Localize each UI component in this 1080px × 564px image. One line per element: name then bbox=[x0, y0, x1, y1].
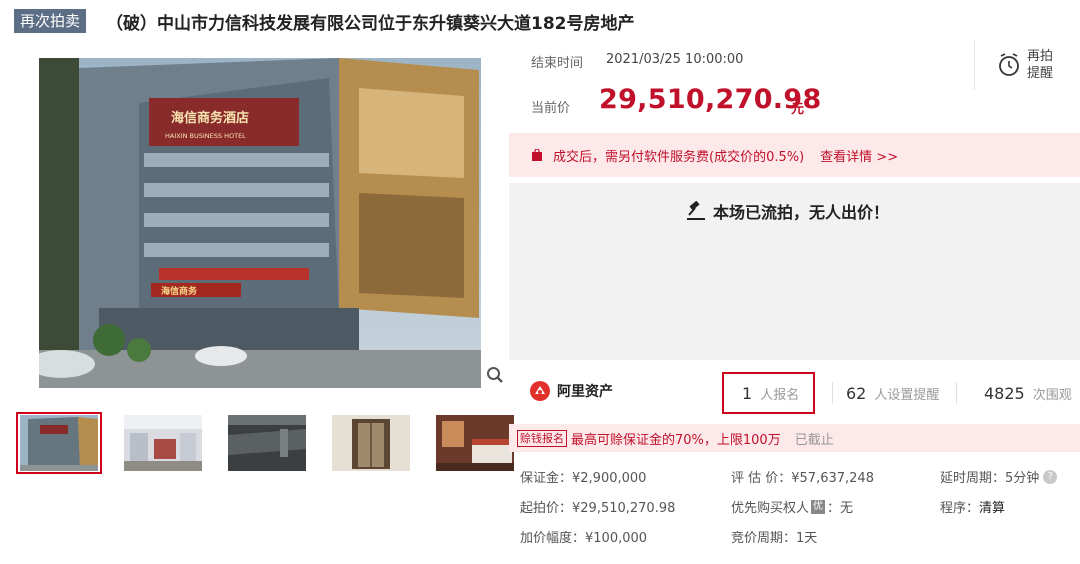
thumbnail-elevator-image bbox=[332, 415, 410, 471]
bid-increment: 加价幅度：¥100,000 bbox=[520, 531, 648, 546]
thumbnail-room-image bbox=[436, 415, 514, 471]
delay-period: 延时周期：5分钟 ? bbox=[940, 467, 1058, 486]
deposit: 保证金：¥2,900,000 bbox=[520, 471, 647, 486]
end-time-label: 结束时间 bbox=[531, 56, 584, 71]
hotel-building-image: 海信商务酒店 HAIXIN BUSINESS HOTEL 海信商务 bbox=[39, 58, 481, 388]
current-price-label: 当前价 bbox=[531, 101, 571, 116]
priority-buyer: 优先购买权人 优 ：无 bbox=[731, 497, 853, 516]
procedure-label: 程序： bbox=[940, 501, 980, 516]
remind-stat: 62 人设置提醒 bbox=[846, 384, 939, 403]
view-unit: 次围观 bbox=[1032, 388, 1072, 403]
alarm-clock-icon bbox=[999, 53, 1019, 76]
thumbnail-4[interactable] bbox=[328, 412, 414, 474]
divider bbox=[974, 40, 975, 90]
signup-stat: 1 人报名 bbox=[742, 384, 799, 403]
start-price: 起拍价：¥29,510,270.98 bbox=[520, 501, 676, 516]
main-photo[interactable]: 海信商务酒店 HAIXIN BUSINESS HOTEL 海信商务 bbox=[39, 58, 481, 388]
credit-signup-text: 最高可赊保证金的70%，上限100万 bbox=[571, 432, 781, 448]
credit-signup-promo: 赊钱报名 最高可赊保证金的70%，上限100万 已截止 bbox=[509, 424, 1080, 452]
appraisal-price: 评 估 价：¥57,637,248 bbox=[731, 471, 874, 486]
delay-period-text: 延时周期：5分钟 bbox=[940, 471, 1040, 486]
view-details-link[interactable]: 查看详情 >> bbox=[820, 146, 898, 165]
hotel-sign-subtext: HAIXIN BUSINESS HOTEL bbox=[165, 132, 246, 140]
current-price-value: 29,510,270.98 bbox=[599, 84, 822, 115]
end-time-value: 2021/03/25 10:00:00 bbox=[606, 52, 744, 67]
platform-logo[interactable]: 阿里资产 bbox=[529, 380, 613, 402]
platform-name: 阿里资产 bbox=[557, 384, 613, 400]
auction-info-panel: 结束时间 2021/03/25 10:00:00 当前价 29,510,270.… bbox=[509, 40, 1080, 546]
view-count: 4825 bbox=[984, 384, 1025, 403]
divider bbox=[832, 382, 833, 404]
remind-count: 62 bbox=[846, 384, 867, 403]
current-price-unit: 元 bbox=[791, 102, 805, 117]
ali-assets-logo-icon bbox=[530, 381, 550, 401]
reauction-remind-label: 再拍提醒 bbox=[1027, 49, 1054, 81]
credit-signup-badge: 赊钱报名 bbox=[517, 429, 567, 447]
reauction-remind-button[interactable]: 再拍提醒 bbox=[997, 48, 1057, 82]
zoom-icon[interactable] bbox=[486, 366, 504, 384]
remind-unit: 人设置提醒 bbox=[874, 388, 940, 403]
auction-status-text: 本场已流拍，无人出价！ bbox=[713, 203, 890, 222]
auction-status-panel: 本场已流拍，无人出价！ bbox=[509, 183, 1080, 360]
thumbnail-2[interactable] bbox=[120, 412, 206, 474]
thumbnail-5[interactable] bbox=[432, 412, 518, 474]
service-fee-notice: 成交后，需另付软件服务费(成交价的0.5%) 查看详情 >> bbox=[509, 133, 1080, 177]
priority-badge-icon: 优 bbox=[811, 499, 826, 514]
priority-buyer-label: 优先购买权人 bbox=[731, 501, 810, 516]
procedure-value: 清算 bbox=[979, 501, 1006, 516]
auction-summary: 结束时间 2021/03/25 10:00:00 当前价 29,510,270.… bbox=[509, 40, 1080, 130]
signup-unit: 人报名 bbox=[760, 388, 800, 403]
service-fee-text: 成交后，需另付软件服务费(成交价的0.5%) bbox=[553, 149, 805, 165]
reauction-tag: 再次拍卖 bbox=[14, 9, 87, 33]
view-stat: 4825 次围观 bbox=[984, 384, 1072, 403]
signup-count: 1 bbox=[742, 384, 753, 403]
page-title-row: 再次拍卖 （破）中山市力信科技发展有限公司位于东升镇葵兴大道182号房地产 bbox=[14, 8, 635, 34]
thumbnail-strip bbox=[16, 412, 536, 474]
page-title: （破）中山市力信科技发展有限公司位于东升镇葵兴大道182号房地产 bbox=[106, 13, 635, 34]
auction-stats: 阿里资产 1 人报名 62 人设置提醒 4825 次围观 bbox=[509, 370, 1080, 416]
hotel-sign-text: 海信商务酒店 bbox=[171, 110, 249, 126]
thumbnail-garage-image bbox=[228, 415, 306, 471]
bidding-cycle: 竞价周期：1天 bbox=[731, 531, 818, 546]
thumbnail-3[interactable] bbox=[224, 412, 310, 474]
divider bbox=[956, 382, 957, 404]
thumbnail-1[interactable] bbox=[16, 412, 102, 474]
hotel-lower-sign-text: 海信商务 bbox=[161, 285, 198, 297]
help-icon[interactable]: ? bbox=[1043, 469, 1058, 484]
procedure: 程序： 清算 bbox=[940, 497, 1005, 516]
shopping-bag-icon bbox=[532, 149, 542, 161]
thumbnail-lobby-image bbox=[124, 415, 202, 471]
priority-buyer-value: ：无 bbox=[827, 501, 854, 516]
credit-signup-status: 已截止 bbox=[794, 432, 834, 448]
gavel-icon bbox=[687, 201, 705, 220]
thumbnail-building-image bbox=[20, 415, 98, 471]
